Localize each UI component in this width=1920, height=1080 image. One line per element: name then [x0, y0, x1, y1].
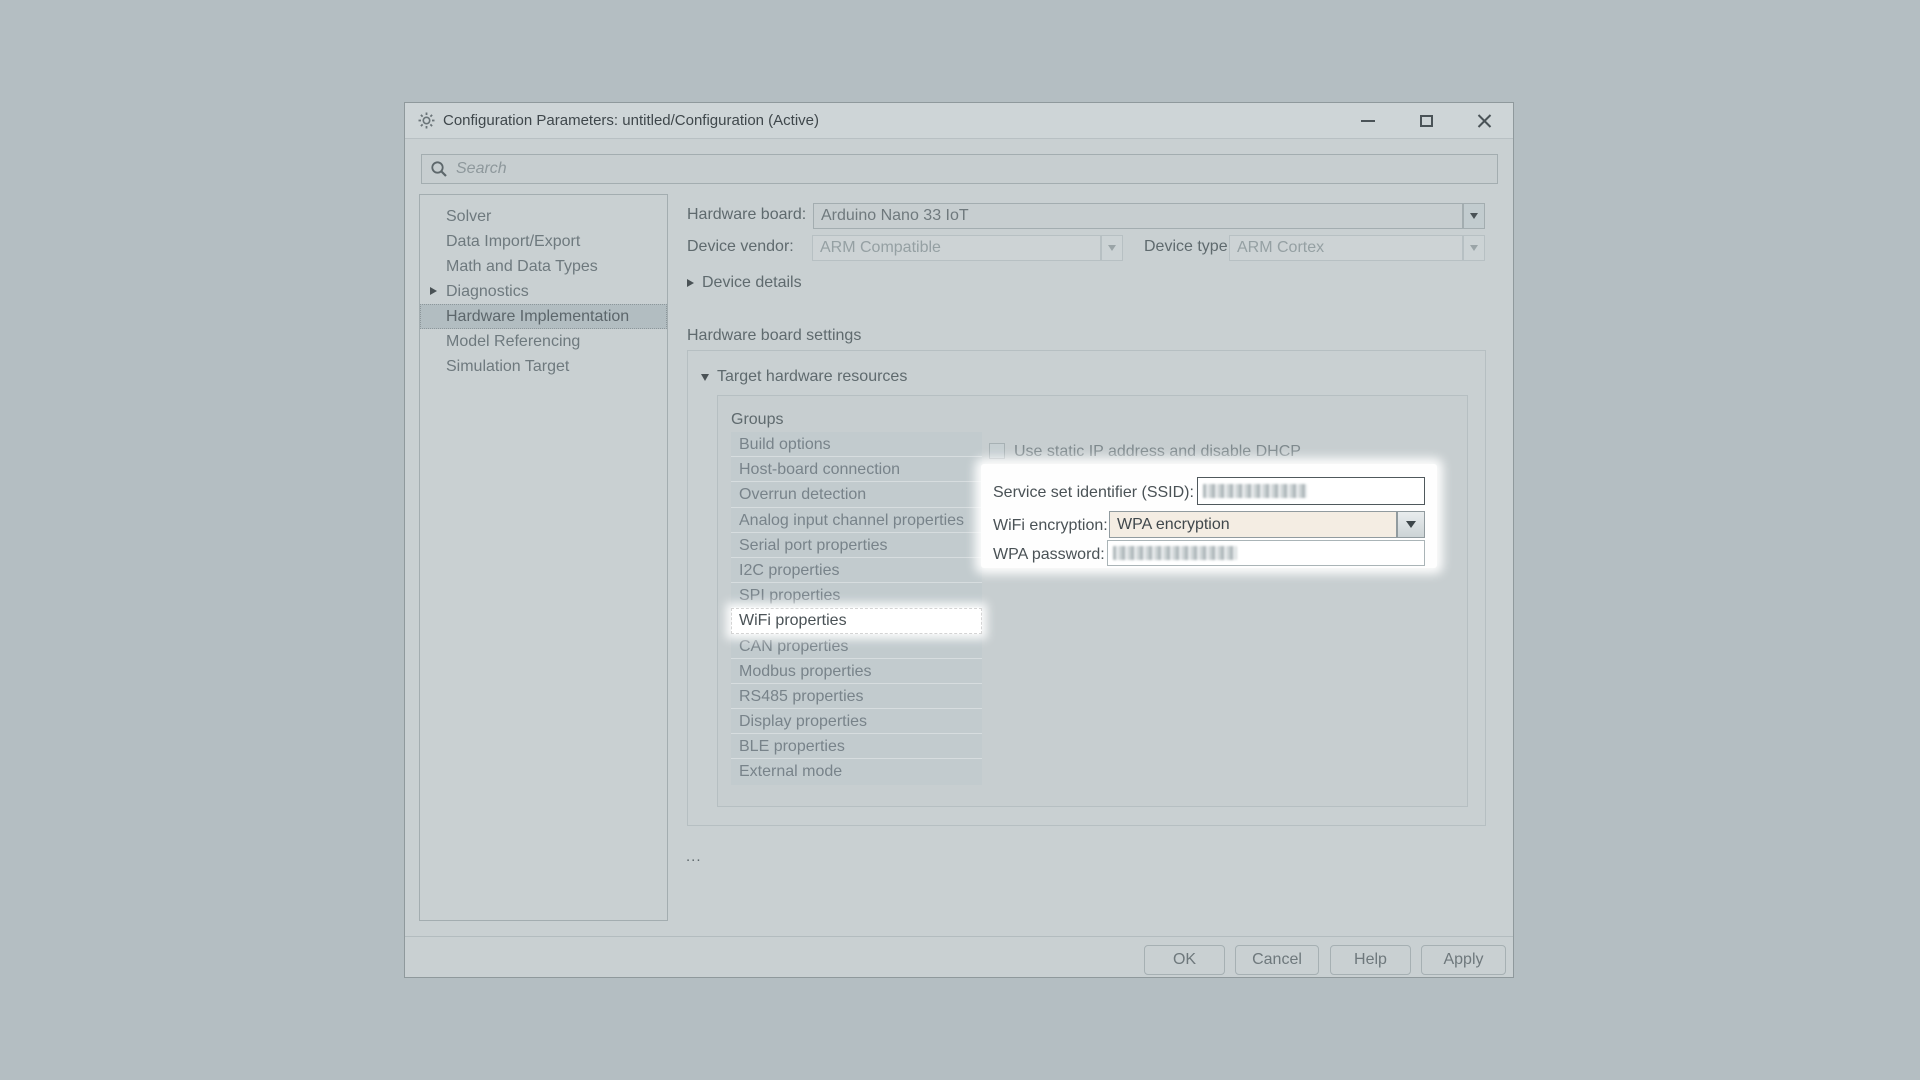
device-type-combo: ARM Cortex — [1229, 235, 1463, 261]
ssid-redacted-value — [1203, 484, 1307, 498]
cancel-button[interactable]: Cancel — [1235, 945, 1319, 975]
wifi-encryption-label: WiFi encryption: — [993, 517, 1108, 535]
search-placeholder: Search — [456, 160, 507, 178]
device-type-label: Device type: — [1144, 238, 1232, 256]
chevron-down-icon — [1470, 213, 1478, 219]
collapsed-arrow-icon — [687, 279, 694, 287]
expand-arrow-icon[interactable] — [430, 287, 437, 295]
chevron-down-icon — [1406, 521, 1416, 528]
wifi-encryption-dropdown-button[interactable] — [1397, 511, 1425, 538]
group-item-wifi-properties-selected[interactable]: WiFi properties — [731, 608, 982, 633]
group-item-analog-input-channel-properties[interactable]: Analog input channel properties — [731, 508, 982, 533]
sidebar-item-data-import-export[interactable]: Data Import/Export — [420, 229, 667, 254]
minimize-icon — [1361, 120, 1375, 122]
search-input[interactable]: Search — [421, 154, 1498, 184]
device-vendor-combo: ARM Compatible — [812, 235, 1101, 261]
footer-separator — [405, 936, 1513, 937]
ok-button[interactable]: OK — [1144, 945, 1225, 975]
group-item-serial-port-properties[interactable]: Serial port properties — [731, 533, 982, 558]
device-type-dropdown-button — [1463, 235, 1485, 261]
group-item-external-mode[interactable]: External mode — [731, 759, 982, 784]
wifi-fields-spotlight: Service set identifier (SSID): WiFi encr… — [981, 464, 1437, 568]
device-vendor-dropdown-button — [1101, 235, 1123, 261]
sidebar-item-simulation-target[interactable]: Simulation Target — [420, 354, 667, 379]
expanded-arrow-icon — [701, 374, 709, 381]
group-item-display-properties[interactable]: Display properties — [731, 709, 982, 734]
group-item-build-options[interactable]: Build options — [731, 432, 982, 457]
group-item-overrun-detection[interactable]: Overrun detection — [731, 482, 982, 507]
group-item-rs485-properties[interactable]: RS485 properties — [731, 684, 982, 709]
use-static-ip-checkbox[interactable] — [989, 443, 1005, 459]
target-hardware-resources-label: Target hardware resources — [717, 368, 907, 386]
sidebar-item-solver[interactable]: Solver — [420, 204, 667, 229]
minimize-button[interactable] — [1339, 103, 1397, 139]
group-item-modbus-properties[interactable]: Modbus properties — [731, 659, 982, 684]
close-button[interactable] — [1455, 103, 1513, 139]
sidebar-item-hardware-implementation[interactable]: Hardware Implementation — [420, 304, 667, 329]
groups-label: Groups — [731, 411, 783, 429]
group-item-i2c-properties[interactable]: I2C properties — [731, 558, 982, 583]
sidebar-item-math-and-data-types[interactable]: Math and Data Types — [420, 254, 667, 279]
device-details-disclosure[interactable]: Device details — [687, 274, 802, 292]
apply-button[interactable]: Apply — [1421, 945, 1506, 975]
wpa-password-label: WPA password: — [993, 546, 1105, 564]
window-title: Configuration Parameters: untitled/Confi… — [443, 112, 819, 129]
wifi-encryption-combo[interactable]: WPA encryption — [1109, 511, 1397, 538]
device-vendor-label: Device vendor: — [687, 238, 794, 256]
group-item-host-board-connection[interactable]: Host-board connection — [731, 457, 982, 482]
group-item-ble-properties[interactable]: BLE properties — [731, 734, 982, 759]
hardware-board-label: Hardware board: — [687, 206, 806, 224]
group-item-spi-properties[interactable]: SPI properties — [731, 583, 982, 608]
chevron-down-icon — [1470, 245, 1478, 251]
search-icon — [430, 160, 448, 178]
target-hardware-resources-disclosure[interactable]: Target hardware resources — [701, 368, 907, 386]
use-static-ip-label: Use static IP address and disable DHCP — [1014, 443, 1301, 461]
device-details-label: Device details — [702, 274, 802, 292]
category-sidebar: Solver Data Import/Export Math and Data … — [419, 194, 668, 921]
configuration-parameters-dialog: Configuration Parameters: untitled/Confi… — [404, 102, 1514, 978]
title-bar[interactable]: Configuration Parameters: untitled/Confi… — [405, 103, 1513, 139]
hardware-board-combo[interactable]: Arduino Nano 33 IoT — [813, 203, 1463, 229]
ssid-input[interactable] — [1197, 477, 1425, 505]
gear-icon — [418, 112, 435, 129]
sidebar-item-label: Diagnostics — [446, 283, 529, 300]
wpa-password-redacted-value — [1113, 546, 1237, 560]
ellipsis-text: ... — [686, 848, 702, 865]
maximize-button[interactable] — [1397, 103, 1455, 139]
group-item-can-properties[interactable]: CAN properties — [731, 634, 982, 659]
wpa-password-input[interactable] — [1107, 540, 1425, 566]
sidebar-item-model-referencing[interactable]: Model Referencing — [420, 329, 667, 354]
maximize-icon — [1420, 115, 1433, 127]
sidebar-item-diagnostics[interactable]: Diagnostics — [420, 279, 667, 304]
groups-list: Build options Host-board connection Over… — [731, 432, 982, 785]
chevron-down-icon — [1108, 245, 1116, 251]
hardware-board-dropdown-button[interactable] — [1463, 203, 1485, 229]
hardware-board-settings-label: Hardware board settings — [687, 327, 861, 345]
close-icon — [1477, 114, 1491, 128]
help-button[interactable]: Help — [1330, 945, 1411, 975]
ssid-label: Service set identifier (SSID): — [993, 484, 1194, 502]
